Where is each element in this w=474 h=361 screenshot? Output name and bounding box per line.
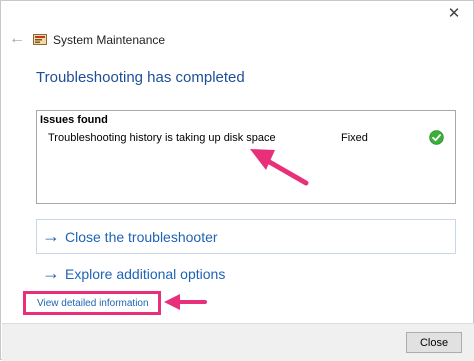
issue-status: Fixed [341, 132, 368, 144]
system-maintenance-icon [33, 34, 47, 45]
close-troubleshooter-option[interactable]: → Close the troubleshooter [36, 219, 456, 254]
issues-panel: Issues found Troubleshooting history is … [36, 110, 456, 204]
issues-header: Issues found [40, 114, 108, 126]
troubleshooter-window: ✕ ← System Maintenance Troubleshooting h… [0, 0, 474, 361]
close-button[interactable]: Close [406, 332, 462, 353]
dialog-footer: Close [2, 323, 474, 361]
issue-description: Troubleshooting history is taking up dis… [48, 132, 276, 144]
window-title: System Maintenance [53, 33, 166, 47]
back-arrow-icon[interactable]: ← [9, 31, 25, 47]
window-close-icon[interactable]: ✕ [443, 3, 465, 23]
arrow-right-icon: → [42, 226, 60, 246]
annotation-highlight-box [23, 291, 161, 315]
green-check-icon [429, 130, 444, 145]
arrow-right-icon: → [42, 263, 60, 283]
option-label: Close the troubleshooter [65, 228, 218, 245]
option-label: Explore additional options [65, 265, 226, 282]
explore-options-option[interactable]: → Explore additional options [36, 256, 456, 291]
page-heading: Troubleshooting has completed [36, 69, 245, 86]
